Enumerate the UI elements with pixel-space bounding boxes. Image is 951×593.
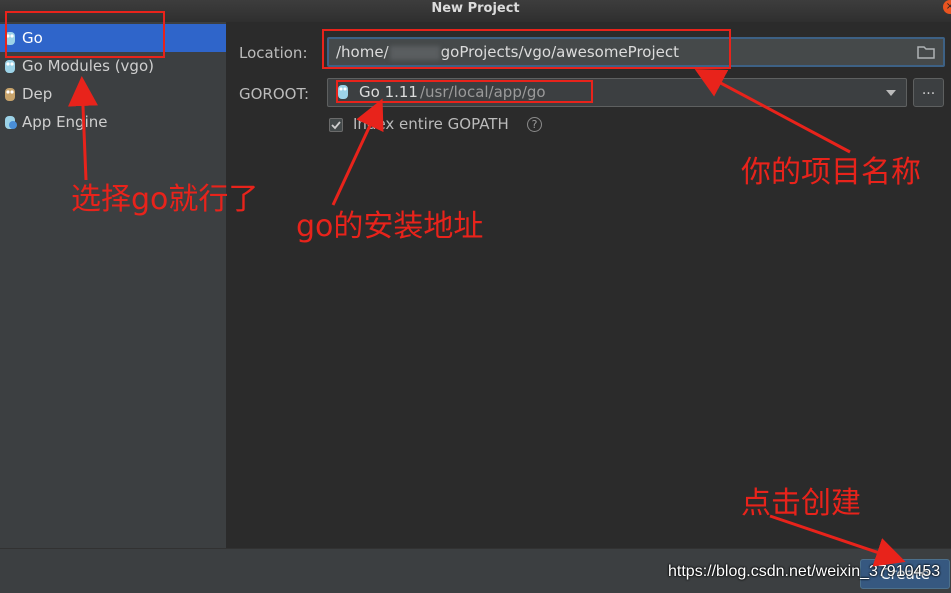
- annotation-box-location: [322, 29, 731, 69]
- browse-button[interactable]: ...: [913, 78, 944, 107]
- project-type-sidebar: Go Go Modules (vgo) Dep App Engine: [0, 22, 226, 548]
- annotation-click-create: 点击创建: [741, 486, 861, 521]
- sidebar-item-app-engine[interactable]: App Engine: [0, 108, 226, 136]
- annotation-box-goroot: [336, 80, 593, 103]
- chevron-down-icon[interactable]: [886, 90, 896, 96]
- index-gopath-label: Index entire GOPATH: [353, 115, 509, 133]
- annotation-project-name: 你的项目名称: [741, 155, 921, 190]
- sidebar-item-label: App Engine: [22, 113, 108, 131]
- app-engine-icon: [5, 116, 17, 129]
- close-icon[interactable]: ×: [943, 0, 951, 14]
- checkmark-icon: [331, 121, 341, 130]
- go-gopher-icon: [5, 60, 15, 73]
- watermark: https://blog.csdn.net/weixin_37910453: [668, 563, 941, 580]
- sidebar-item-label: Dep: [22, 85, 53, 103]
- annotation-box-go: [5, 11, 165, 58]
- annotation-go-install: go的安装地址: [296, 209, 484, 244]
- sidebar-item-dep[interactable]: Dep: [0, 80, 226, 108]
- folder-icon[interactable]: [917, 45, 935, 59]
- index-gopath-checkbox[interactable]: [329, 118, 343, 132]
- goroot-label: GOROOT:: [239, 85, 310, 103]
- location-label: Location:: [239, 44, 308, 62]
- dep-icon: [5, 88, 15, 101]
- help-icon[interactable]: ?: [527, 117, 542, 132]
- annotation-select-go: 选择go就行了: [71, 182, 259, 217]
